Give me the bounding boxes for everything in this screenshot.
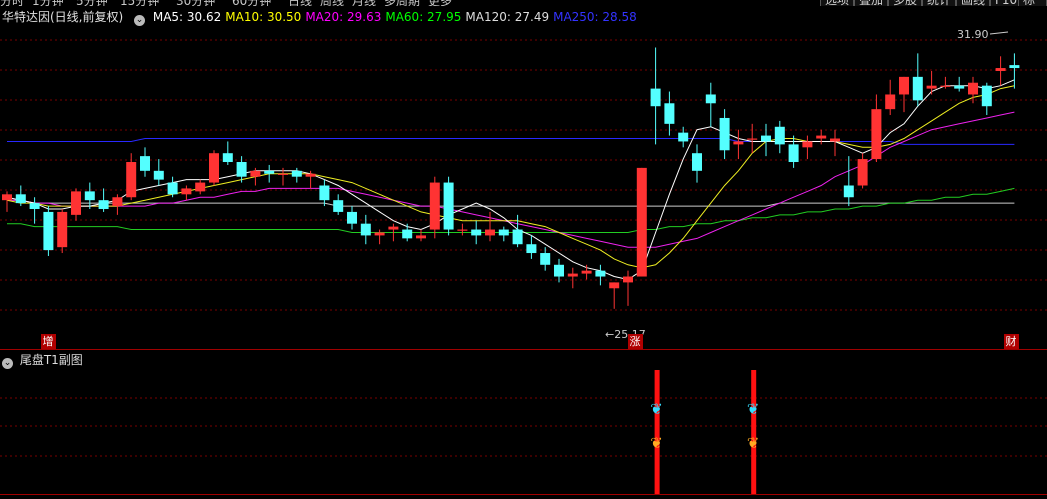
candle-body-9 [126, 162, 137, 198]
candle-body-46 [636, 167, 647, 277]
candle-body-64 [885, 94, 896, 110]
candle-body-41 [567, 273, 578, 277]
candle-body-53 [733, 141, 744, 145]
signal-bar-0 [654, 370, 660, 494]
candle-body-5 [71, 191, 81, 215]
candle-body-13 [181, 188, 192, 195]
candle-body-58 [802, 141, 813, 148]
event-marker-1: 涨 [630, 335, 641, 348]
candle-body-67 [926, 85, 937, 89]
candle-body-42 [581, 270, 592, 274]
candle-body-18 [250, 170, 261, 177]
candle-body-72 [995, 68, 1006, 71]
candle-body-48 [664, 103, 675, 124]
candle-body-51 [705, 94, 716, 104]
ma-line-ma60 [7, 187, 1015, 233]
candle-body-1 [15, 194, 26, 204]
candle-body-70 [968, 82, 978, 95]
candle-body-19 [264, 170, 275, 174]
candle-body-38 [526, 244, 537, 254]
candle-body-45 [623, 276, 633, 283]
candle-body-30 [416, 235, 426, 239]
butterfly-icon-cyan-1: ❦ [747, 400, 760, 418]
candle-body-49 [678, 132, 689, 142]
candle-body-33 [457, 229, 468, 231]
candle-body-0 [2, 194, 12, 201]
event-marker-2: 财 [1006, 334, 1017, 348]
candle-body-21 [291, 170, 302, 177]
candle-body-71 [981, 85, 992, 107]
candle-body-3 [43, 211, 54, 251]
candle-body-37 [512, 229, 523, 245]
candle-body-20 [278, 173, 288, 175]
candle-body-39 [540, 253, 551, 265]
candle-body-57 [788, 144, 799, 163]
candle-body-54 [747, 138, 758, 140]
candle-body-25 [347, 211, 357, 224]
candle-body-68 [940, 85, 951, 87]
candle-body-8 [112, 197, 123, 207]
candle-body-27 [374, 232, 385, 236]
candle-body-43 [595, 270, 606, 277]
candle-body-29 [402, 229, 413, 239]
candle-body-32 [443, 182, 454, 230]
candle-body-26 [360, 223, 371, 236]
candle-body-34 [471, 229, 482, 236]
candle-body-11 [153, 170, 164, 180]
candle-body-17 [236, 162, 247, 177]
candle-body-4 [57, 211, 68, 248]
candle-body-55 [761, 135, 771, 142]
candle-body-61 [843, 185, 854, 198]
event-marker-0: 增 [43, 334, 54, 348]
ma-line-ma250 [7, 138, 1015, 145]
candle-body-52 [719, 117, 730, 151]
candle-body-15 [209, 153, 219, 183]
candle-body-36 [498, 229, 509, 236]
signal-bar-1 [751, 370, 757, 494]
candle-body-10 [140, 156, 150, 171]
candle-body-63 [871, 109, 882, 160]
candle-body-44 [609, 282, 620, 289]
high-price-label: 31.90 [957, 28, 989, 41]
candle-body-14 [195, 182, 206, 192]
candle-body-22 [305, 173, 316, 177]
candle-body-16 [222, 153, 233, 163]
high-arrow [989, 31, 1009, 35]
candle-body-24 [333, 200, 344, 212]
butterfly-icon-orange-1: ❦ [747, 434, 760, 452]
candle-body-56 [774, 126, 785, 145]
candle-body-7 [98, 200, 109, 209]
candle-body-60 [830, 138, 840, 142]
candle-body-65 [899, 76, 909, 95]
candle-body-69 [954, 85, 965, 89]
candle-body-31 [429, 182, 440, 230]
candle-body-2 [29, 203, 40, 209]
candle-body-6 [84, 191, 95, 201]
butterfly-icon-orange-0: ❦ [650, 434, 663, 452]
candlestick-chart[interactable]: 31.90←25.17增涨财❦❦❦❦ [0, 0, 1047, 499]
candle-body-50 [692, 153, 702, 171]
candle-body-28 [388, 226, 399, 230]
candle-body-40 [554, 264, 564, 277]
candle-body-73 [1009, 65, 1020, 69]
candle-body-59 [816, 135, 827, 139]
candle-body-23 [319, 185, 330, 201]
candle-body-35 [485, 229, 495, 236]
candle-body-62 [857, 159, 868, 186]
candle-body-12 [167, 182, 178, 195]
candle-body-47 [650, 88, 661, 107]
butterfly-icon-cyan-0: ❦ [650, 400, 663, 418]
candle-body-66 [912, 76, 923, 101]
